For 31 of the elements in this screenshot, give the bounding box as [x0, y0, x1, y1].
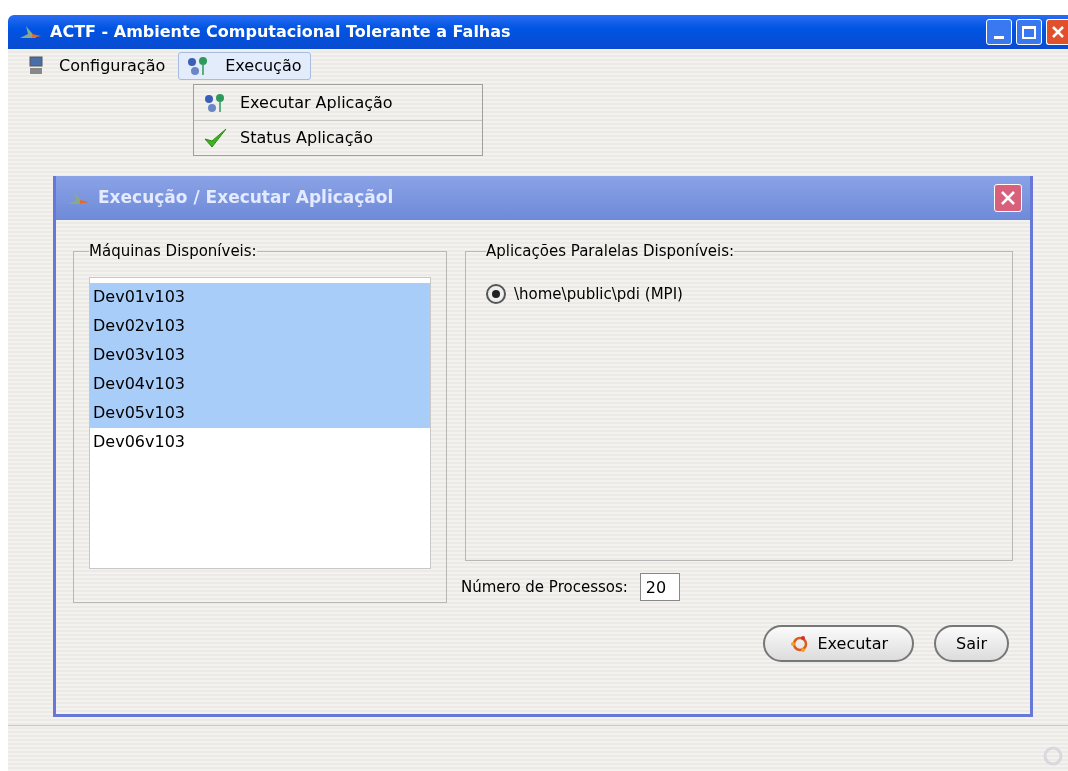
exit-button[interactable]: Sair — [934, 625, 1009, 662]
panel-label: Aplicações Paralelas Disponíveis: — [486, 241, 735, 262]
maximize-button[interactable] — [1016, 19, 1042, 45]
list-item[interactable]: Dev02v103 — [90, 311, 430, 341]
list-item[interactable]: Dev04v103 — [90, 369, 430, 399]
close-icon — [1000, 190, 1016, 206]
network-icon — [204, 92, 226, 113]
processes-label: Número de Processos: — [461, 576, 628, 598]
minimize-button[interactable] — [986, 19, 1012, 45]
list-item[interactable]: Dev03v103 — [90, 340, 430, 370]
network-icon — [187, 56, 210, 76]
list-item[interactable]: Dev01v103 — [90, 282, 430, 312]
checkmark-icon — [203, 127, 227, 149]
radio-button[interactable] — [486, 283, 506, 304]
close-button[interactable] — [1046, 19, 1068, 45]
ring-icon — [789, 633, 810, 654]
panel-label: Máquinas Disponíveis: — [89, 241, 257, 262]
dialog-title: Execução / Executar Aplicaçãol — [98, 186, 394, 210]
menu-item[interactable]: Execução — [178, 52, 311, 80]
radio-option[interactable]: \home\public\pdi (MPI) — [486, 282, 992, 305]
window-title: ACTF - Ambiente Computacional Tolerante a Falhas — [50, 21, 511, 43]
menu-option[interactable]: Status Aplicação — [194, 120, 482, 155]
computer-icon — [29, 56, 43, 76]
menu-option[interactable]: Executar Aplicação — [194, 85, 482, 120]
execute-button[interactable]: Executar — [763, 625, 914, 662]
menu-item[interactable]: Configuração — [20, 52, 175, 80]
close-button[interactable] — [994, 184, 1022, 212]
close-icon — [1050, 25, 1065, 39]
list-item[interactable]: Dev05v103 — [90, 398, 430, 428]
resize-grip-icon — [1042, 745, 1064, 767]
processes-field[interactable]: 20 — [639, 573, 680, 601]
